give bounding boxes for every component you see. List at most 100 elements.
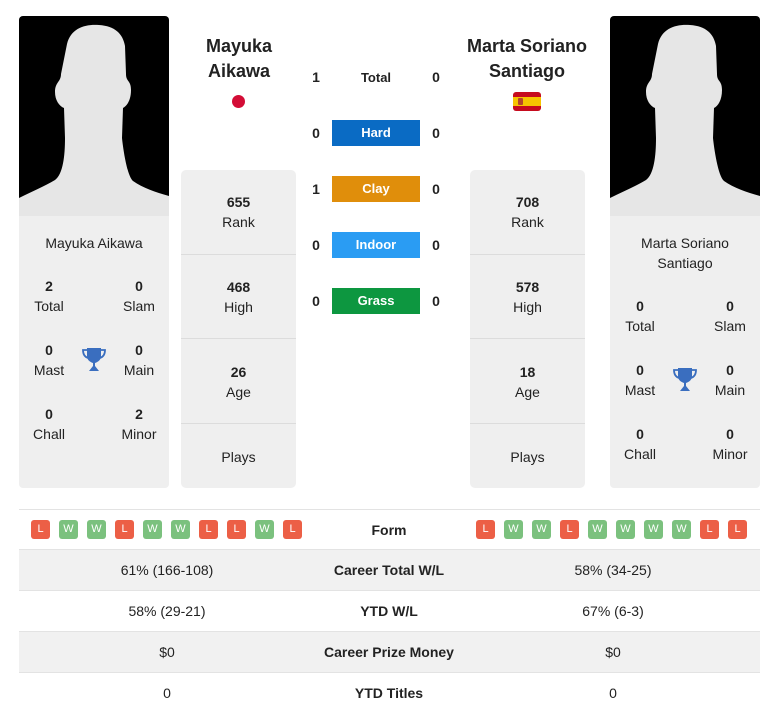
surface-clay-badge[interactable]: Clay xyxy=(332,176,420,202)
player-left-stats: 655 Rank 468 High 26 Age Plays xyxy=(181,170,296,488)
row-label: Career Total W/L xyxy=(333,562,445,578)
form-label: Form xyxy=(371,522,407,538)
comparison-row: 61% (166-108) Career Total W/L 58% (34-2… xyxy=(19,549,760,590)
titles-chall: 0 Chall xyxy=(624,426,656,462)
stat-age: 18 Age xyxy=(515,364,540,400)
form-badge-loss[interactable]: L xyxy=(560,520,579,539)
form-badge-loss[interactable]: L xyxy=(283,520,302,539)
stat-age: 26 Age xyxy=(226,364,251,400)
stat-rank: 708 Rank xyxy=(511,194,544,230)
form-badge-win[interactable]: W xyxy=(87,520,106,539)
form-badge-loss[interactable]: L xyxy=(31,520,50,539)
form-badge-win[interactable]: W xyxy=(644,520,663,539)
titles-minor: 2 Minor xyxy=(121,406,157,442)
h2h-left-value: 1 xyxy=(312,181,320,197)
spain-flag-icon xyxy=(513,92,541,111)
left-value: 58% (29-21) xyxy=(128,603,206,619)
form-badge-loss[interactable]: L xyxy=(476,520,495,539)
h2h-left-value: 0 xyxy=(312,293,320,309)
form-badge-loss[interactable]: L xyxy=(700,520,719,539)
divider xyxy=(181,254,296,255)
silhouette-icon xyxy=(19,24,169,216)
form-badge-win[interactable]: W xyxy=(588,520,607,539)
player-left-photo xyxy=(19,16,169,216)
h2h-right-value: 0 xyxy=(432,293,440,309)
form-badge-win[interactable]: W xyxy=(672,520,691,539)
player-right-name: Marta Soriano Santiago xyxy=(641,235,729,271)
right-value: 67% (6-3) xyxy=(582,603,644,619)
titles-total: 2 Total xyxy=(34,278,64,314)
h2h-indoor-row: 0 Indoor 0 xyxy=(300,232,450,258)
japan-flag-icon xyxy=(232,95,245,108)
left-value: $0 xyxy=(159,644,175,660)
h2h-total-row: 1 Total 0 xyxy=(300,64,450,90)
comparison-row: 58% (29-21) YTD W/L 67% (6-3) xyxy=(19,590,760,631)
player-left-header-name[interactable]: Mayuka Aikawa xyxy=(179,34,299,84)
titles-mast: 0 Mast xyxy=(624,362,656,398)
row-label: YTD Titles xyxy=(354,685,424,701)
form-badge-win[interactable]: W xyxy=(59,520,78,539)
silhouette-icon xyxy=(610,24,760,216)
h2h-clay-row: 1 Clay 0 xyxy=(300,176,450,202)
row-label: YTD W/L xyxy=(360,603,418,619)
titles-slam: 0 Slam xyxy=(123,278,155,314)
h2h-right-value: 0 xyxy=(432,237,440,253)
player-left-name: Mayuka Aikawa xyxy=(45,235,143,251)
form-badge-win[interactable]: W xyxy=(171,520,190,539)
h2h-right-value: 0 xyxy=(432,125,440,141)
form-badge-win[interactable]: W xyxy=(616,520,635,539)
surface-total-label: Total xyxy=(360,70,392,85)
divider xyxy=(470,254,585,255)
stat-high: 468 High xyxy=(224,279,253,315)
stat-plays: Plays xyxy=(221,449,256,465)
form-badge-win[interactable]: W xyxy=(532,520,551,539)
titles-main: 0 Main xyxy=(123,342,155,378)
player-right-photo xyxy=(610,16,760,216)
surface-hard-badge[interactable]: Hard xyxy=(332,120,420,146)
player-right-stats: 708 Rank 578 High 18 Age Plays xyxy=(470,170,585,488)
right-value: 58% (34-25) xyxy=(574,562,652,578)
divider xyxy=(470,423,585,424)
surface-grass-badge[interactable]: Grass xyxy=(332,288,420,314)
divider xyxy=(181,338,296,339)
comparison-row: 0 YTD Titles 0 xyxy=(19,672,760,713)
divider xyxy=(181,423,296,424)
comparison-row: $0 Career Prize Money $0 xyxy=(19,631,760,672)
divider xyxy=(470,338,585,339)
right-value: 0 xyxy=(609,685,617,701)
titles-chall: 0 Chall xyxy=(33,406,65,442)
h2h-left-value: 0 xyxy=(312,125,320,141)
form-badge-win[interactable]: W xyxy=(255,520,274,539)
form-badge-loss[interactable]: L xyxy=(199,520,218,539)
left-value: 0 xyxy=(163,685,171,701)
h2h-hard-row: 0 Hard 0 xyxy=(300,120,450,146)
right-value: $0 xyxy=(605,644,621,660)
h2h-grass-row: 0 Grass 0 xyxy=(300,288,450,314)
titles-slam: 0 Slam xyxy=(714,298,746,334)
trophy-icon xyxy=(82,347,106,373)
titles-mast: 0 Mast xyxy=(33,342,65,378)
player-left-card: Mayuka Aikawa 2 Total 0 Slam 0 Mast 0 Main 0… xyxy=(19,16,169,488)
h2h-right-value: 0 xyxy=(432,181,440,197)
player-right-card: Marta Soriano Santiago 0 Total 0 Slam 0 Mas… xyxy=(610,16,760,488)
stat-rank: 655 Rank xyxy=(222,194,255,230)
form-badge-loss[interactable]: L xyxy=(115,520,134,539)
form-badge-win[interactable]: W xyxy=(504,520,523,539)
surface-indoor-badge[interactable]: Indoor xyxy=(332,232,420,258)
row-label: Career Prize Money xyxy=(324,644,454,660)
form-badge-loss[interactable]: L xyxy=(227,520,246,539)
form-badge-loss[interactable]: L xyxy=(728,520,747,539)
h2h-right-value: 0 xyxy=(432,69,440,85)
h2h-left-value: 1 xyxy=(312,69,320,85)
player-right-header-name[interactable]: Marta Soriano Santiago xyxy=(457,34,597,84)
titles-total: 0 Total xyxy=(625,298,655,334)
stat-high: 578 High xyxy=(513,279,542,315)
titles-main: 0 Main xyxy=(714,362,746,398)
form-row: LWWLWWLLWL Form LWWLWWWWLL xyxy=(19,509,760,549)
form-badge-win[interactable]: W xyxy=(143,520,162,539)
titles-minor: 0 Minor xyxy=(712,426,748,462)
h2h-left-value: 0 xyxy=(312,237,320,253)
left-value: 61% (166-108) xyxy=(120,562,214,578)
trophy-icon xyxy=(673,367,697,393)
stat-plays: Plays xyxy=(510,449,545,465)
